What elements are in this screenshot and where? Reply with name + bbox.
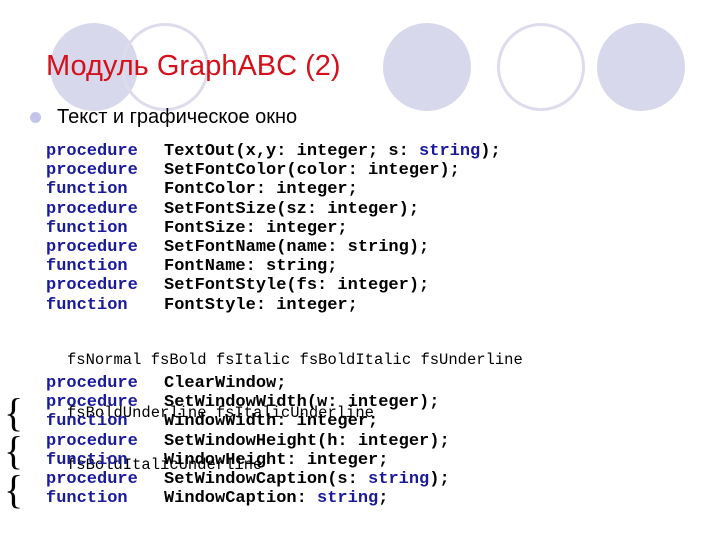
code-line: function WindowWidth: integer; (46, 412, 450, 431)
type-keyword: string (419, 142, 481, 161)
code-keyword: procedure (46, 161, 138, 181)
text-procedures-code: procedure TextOut(x,y: integer; s: string… (46, 142, 501, 315)
type-keyword: string (368, 469, 430, 489)
code-keyword: function (46, 257, 128, 277)
brace-icon: { (4, 390, 24, 435)
code-signature: WindowCaption: string; (164, 489, 388, 508)
font-style-line: fsNormal fsBold fsItalic fsBoldItalic fs… (67, 351, 523, 369)
code-line: procedure SetWindowCaption(s: string); (46, 470, 450, 489)
signature-text: FontSize: integer; (164, 218, 348, 238)
code-line: function WindowCaption: string; (46, 489, 450, 508)
code-signature: SetFontSize(sz: integer); (164, 200, 419, 219)
code-signature: SetWindowHeight(h: integer); (164, 432, 450, 451)
code-line: procedure SetFontSize(sz: integer); (46, 200, 501, 219)
code-keyword: function (46, 412, 128, 432)
code-line: function FontColor: integer; (46, 180, 501, 199)
decor-circle-outline (497, 23, 585, 111)
signature-text: SetWindowWidth(w: integer); (164, 393, 440, 413)
code-keyword: function (46, 218, 128, 238)
signature-text: WindowCaption: (164, 489, 318, 509)
signature-text: FontName: string; (164, 257, 338, 277)
code-signature: SetWindowWidth(w: integer); (164, 393, 439, 412)
code-keyword: procedure (46, 374, 138, 393)
signature-end: ; (378, 489, 389, 509)
signature-text: SetFontSize(sz: integer); (164, 199, 420, 219)
code-line: procedure SetWindowHeight(h: integer); (46, 432, 450, 451)
code-line: procedure TextOut(x,y: integer; s: string… (46, 142, 501, 161)
code-signature: FontColor: integer; (164, 180, 358, 199)
signature-text: FontColor: integer; (164, 180, 358, 200)
signature-end: ); (480, 142, 501, 161)
code-signature: TextOut(x,y: integer; s: string); (164, 142, 501, 161)
code-signature: FontName: string; (164, 257, 337, 276)
code-keyword: procedure (46, 469, 138, 489)
decor-circle-filled (383, 23, 471, 111)
code-keyword: function (46, 180, 128, 200)
code-line: procedure SetFontColor(color: integer); (46, 161, 501, 180)
code-signature: SetFontStyle(fs: integer); (164, 276, 429, 295)
signature-text: SetWindowHeight(h: integer); (164, 431, 450, 451)
signature-text: SetWindowCaption(s: (164, 469, 369, 489)
code-keyword: procedure (46, 431, 138, 451)
code-keyword: function (46, 295, 128, 315)
code-signature: SetFontColor(color: integer); (164, 161, 460, 180)
signature-text: SetFontStyle(fs: integer); (164, 276, 430, 296)
type-keyword: string (317, 489, 379, 509)
code-keyword: procedure (46, 276, 138, 296)
code-signature: ClearWindow; (164, 374, 286, 393)
signature-text: WindowHeight: integer; (164, 450, 389, 470)
code-line: function FontSize: integer; (46, 219, 501, 238)
signature-text: ClearWindow; (164, 374, 287, 393)
code-line: procedure SetFontName(name: string); (46, 238, 501, 257)
slide-title: Модуль GraphABC (2) (46, 50, 341, 82)
code-keyword: procedure (46, 199, 138, 219)
bullet-dot-icon (30, 112, 41, 123)
code-signature: FontSize: integer; (164, 219, 348, 238)
bullet-item: Текст и графическое окно (30, 106, 297, 129)
code-keyword: procedure (46, 237, 138, 257)
signature-text: WindowWidth: integer; (164, 412, 379, 432)
code-keyword: procedure (46, 142, 138, 161)
code-signature: FontStyle: integer; (164, 296, 358, 315)
code-signature: WindowWidth: integer; (164, 412, 378, 431)
decor-circle-filled (597, 23, 685, 111)
signature-text: SetFontName(name: string); (164, 237, 430, 257)
brace-icon: { (4, 467, 24, 512)
code-keyword: function (46, 450, 128, 470)
code-keyword: procedure (46, 393, 138, 413)
code-signature: SetFontName(name: string); (164, 238, 429, 257)
code-line: procedure SetWindowWidth(w: integer); (46, 393, 450, 412)
code-line: procedure SetFontStyle(fs: integer); (46, 276, 501, 295)
signature-text: FontStyle: integer; (164, 295, 358, 315)
signature-end: ); (429, 469, 450, 489)
signature-text: TextOut(x,y: integer; s: (164, 142, 420, 161)
code-signature: WindowHeight: integer; (164, 451, 388, 470)
code-line: procedure ClearWindow; (46, 374, 450, 393)
signature-text: SetFontColor(color: integer); (164, 161, 460, 181)
code-keyword: function (46, 489, 128, 509)
code-line: function FontName: string; (46, 257, 501, 276)
window-procedures-code: procedure ClearWindow; procedure SetWindowW… (46, 374, 450, 508)
code-signature: SetWindowCaption(s: string); (164, 470, 450, 489)
brace-icon: { (4, 428, 24, 473)
code-line: function WindowHeight: integer; (46, 451, 450, 470)
code-line: function FontStyle: integer; (46, 296, 501, 315)
bullet-text: Текст и графическое окно (57, 106, 298, 128)
